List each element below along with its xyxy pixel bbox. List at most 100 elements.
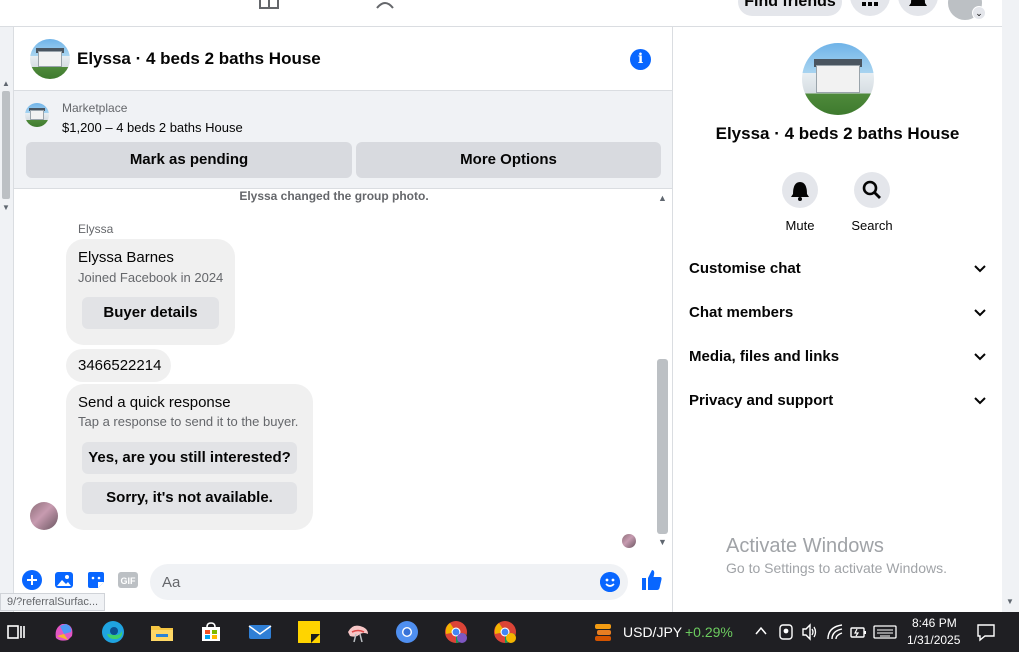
friends-nav-icon[interactable]	[375, 0, 399, 10]
seen-indicator-avatar	[622, 534, 636, 548]
emoji-icon[interactable]	[600, 572, 620, 592]
activate-windows-title: Activate Windows	[726, 535, 884, 557]
quick-response-option[interactable]: Sorry, it's not available.	[82, 482, 297, 514]
file-explorer-icon[interactable]	[150, 620, 174, 644]
clock-date[interactable]: 1/31/2025	[907, 633, 960, 647]
quick-response-title: Send a quick response	[78, 394, 231, 411]
status-url: 9/?referralSurfac...	[0, 593, 106, 611]
section-customise-chat[interactable]: Customise chat	[689, 260, 987, 284]
chevron-down-icon	[974, 353, 986, 361]
marketplace-label: Marketplace	[62, 101, 128, 115]
scroll-up-arrow-icon[interactable]: ▲	[2, 79, 10, 88]
marketplace-banner: Marketplace $1,200 – 4 beds 2 baths Hous…	[14, 91, 672, 189]
keyboard-icon[interactable]	[873, 623, 897, 641]
chat-info-panel: Elyssa · 4 beds 2 baths House Mute Searc…	[673, 27, 1002, 612]
bell-icon	[909, 0, 927, 6]
message-input[interactable]: Aa	[150, 564, 628, 600]
chrome-profile-icon[interactable]	[444, 620, 468, 644]
sender-name: Elyssa	[78, 222, 114, 236]
section-label: Customise chat	[689, 260, 801, 277]
search-icon	[862, 180, 881, 199]
chevron-down-icon	[974, 309, 986, 317]
sticky-notes-icon[interactable]	[297, 620, 321, 644]
thumbs-up-icon[interactable]	[640, 568, 664, 592]
more-options-button[interactable]: More Options	[356, 142, 661, 178]
listing-title[interactable]: $1,200 – 4 beds 2 baths House	[62, 120, 243, 135]
profile-name: Elyssa Barnes	[78, 249, 174, 266]
chrome-canary-icon[interactable]	[395, 620, 419, 644]
mark-as-pending-button[interactable]: Mark as pending	[26, 142, 352, 178]
buyer-details-button[interactable]: Buyer details	[82, 297, 219, 329]
app-icon[interactable]	[346, 620, 370, 644]
section-chat-members[interactable]: Chat members	[689, 304, 987, 328]
ticker-change: +0.29%	[685, 624, 733, 640]
quick-response-option[interactable]: Yes, are you still interested?	[82, 442, 297, 474]
chat-info-avatar[interactable]	[802, 43, 874, 115]
section-label: Media, files and links	[689, 348, 840, 365]
scroll-down-arrow-icon[interactable]: ▼	[1006, 597, 1014, 606]
mail-icon[interactable]	[248, 620, 272, 644]
chat-title[interactable]: Elyssa · 4 beds 2 baths House	[77, 49, 321, 69]
account-avatar[interactable]: ⌄	[948, 0, 986, 20]
message-text: 3466522214	[78, 357, 162, 374]
page-scrollbar[interactable]: ▼	[1002, 0, 1019, 612]
message-bubble[interactable]: 3466522214	[66, 349, 171, 382]
scroll-down-arrow-icon[interactable]: ▼	[2, 203, 10, 212]
chrome-profile-icon[interactable]	[493, 620, 517, 644]
notifications-button[interactable]	[898, 0, 938, 16]
volume-icon[interactable]	[801, 623, 819, 641]
plus-icon[interactable]	[22, 570, 42, 590]
meet-now-icon[interactable]	[778, 623, 794, 641]
message-list: Elyssa changed the group photo. Elyssa E…	[14, 189, 672, 552]
chevron-down-icon	[974, 397, 986, 405]
edge-browser-icon[interactable]	[101, 620, 125, 644]
svg-text:GIF: GIF	[121, 576, 137, 586]
scroll-thumb[interactable]	[657, 359, 668, 534]
chevron-up-icon[interactable]	[754, 624, 768, 638]
message-input-placeholder: Aa	[162, 574, 181, 591]
microsoft-store-icon[interactable]	[199, 620, 223, 644]
ticker-symbol[interactable]: USD/JPY	[623, 624, 682, 640]
currency-ticker-icon[interactable]	[591, 620, 615, 644]
left-scrollbar[interactable]: ▲ ▼	[0, 27, 13, 612]
notifications-center-icon[interactable]	[976, 622, 996, 642]
search-action[interactable]: Search	[842, 172, 902, 233]
listing-thumbnail[interactable]	[25, 103, 49, 127]
find-friends-button[interactable]: Find friends	[738, 0, 842, 16]
photo-icon[interactable]	[54, 570, 74, 590]
gif-icon[interactable]: GIF	[118, 570, 138, 590]
mute-label: Mute	[785, 218, 815, 233]
system-message: Elyssa changed the group photo.	[239, 189, 429, 203]
sender-avatar[interactable]	[30, 502, 58, 530]
scroll-down-arrow-icon[interactable]: ▼	[658, 537, 667, 547]
chevron-down-icon: ⌄	[972, 6, 986, 20]
messages-scrollbar[interactable]: ▲ ▼	[654, 189, 670, 552]
search-label: Search	[851, 218, 893, 233]
battery-icon[interactable]	[849, 623, 867, 641]
clock-time[interactable]: 8:46 PM	[912, 616, 957, 630]
chat-header: Elyssa · 4 beds 2 baths House i	[14, 27, 672, 91]
menu-button[interactable]	[850, 0, 890, 16]
section-label: Chat members	[689, 304, 794, 321]
info-icon[interactable]: i	[630, 49, 651, 70]
section-label: Privacy and support	[689, 392, 834, 409]
sticker-icon[interactable]	[86, 570, 106, 590]
chat-info-title: Elyssa · 4 beds 2 baths House	[715, 124, 960, 143]
section-privacy-support[interactable]: Privacy and support	[689, 392, 987, 416]
marketplace-nav-icon[interactable]	[257, 0, 281, 10]
section-media-files-links[interactable]: Media, files and links	[689, 348, 987, 372]
chevron-down-icon	[974, 265, 986, 273]
scroll-up-arrow-icon[interactable]: ▲	[658, 193, 667, 203]
chat-avatar[interactable]	[30, 39, 70, 79]
wifi-icon[interactable]	[826, 623, 844, 641]
message-composer: GIF Aa	[14, 562, 672, 602]
copilot-icon[interactable]	[52, 620, 76, 644]
activate-windows-subtitle: Go to Settings to activate Windows.	[726, 560, 947, 576]
quick-response-subtitle: Tap a response to send it to the buyer.	[78, 414, 299, 429]
profile-joined: Joined Facebook in 2024	[78, 270, 224, 285]
chat-panel: Elyssa · 4 beds 2 baths House i Marketpl…	[13, 27, 673, 612]
facebook-top-bar: Find friends ⌄	[0, 0, 1002, 27]
scroll-thumb[interactable]	[2, 91, 10, 199]
mute-action[interactable]: Mute	[770, 172, 830, 233]
task-view-icon[interactable]	[4, 620, 28, 644]
